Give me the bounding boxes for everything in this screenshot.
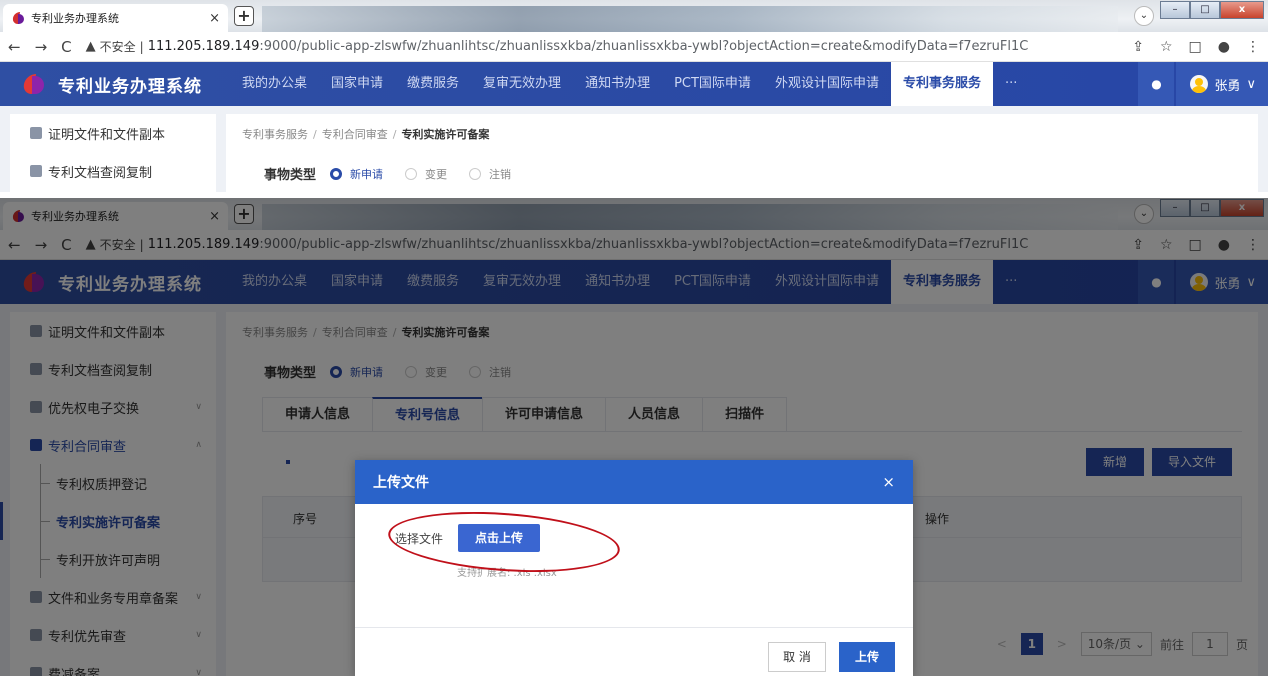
dialog-header: 上传文件 × [355,460,913,504]
dialog-footer: 取 消 上传 [355,628,913,676]
address-bar-row: ← → C ▲ 不安全 | 111.205.189.149:9000/publi… [0,32,1268,62]
not-secure-warning-icon[interactable]: ▲ [86,39,96,54]
breadcrumb-item[interactable]: 专利合同审查 [322,128,388,141]
user-caret-icon: ∨ [1246,76,1256,92]
new-tab-button[interactable]: + [234,6,254,26]
address-bar-icons: ⇪ ☆ □ ● ⋮ [1132,39,1260,55]
tab-search-chevron-icon[interactable]: ⌄ [1134,6,1154,26]
logo-text: 专利业务办理系统 [58,76,202,97]
menu-item-more[interactable]: ··· [993,62,1029,106]
address-separator: | [139,39,144,54]
browser-window-top: 专利业务办理系统 × + ⌄ – □ x ← → C ▲ 不安全 | 111.2… [0,0,1268,192]
close-window-button[interactable]: x [1220,1,1264,19]
app-logo[interactable]: 专利业务办理系统 [0,72,230,97]
bookmark-star-icon[interactable]: ☆ [1160,39,1173,55]
more-vertical-icon[interactable]: ⋮ [1246,39,1260,55]
menu-item-reexam[interactable]: 复审无效办理 [471,62,573,106]
menu-item-design[interactable]: 外观设计国际申请 [763,62,891,106]
radio-cancel[interactable]: 注销 [469,166,511,182]
breadcrumb-item[interactable]: 专利事务服务 [242,128,308,141]
annotation-circle [386,504,622,580]
radio-change[interactable]: 变更 [405,166,447,182]
menu-item-pct[interactable]: PCT国际申请 [662,62,763,106]
back-arrow-icon[interactable]: ← [8,38,21,56]
main-panel: 专利事务服务 / 专利合同审查 / 专利实施许可备案 事物类型 新申请 变更 注销 [226,114,1258,192]
menu-item-national[interactable]: 国家申请 [319,62,395,106]
radio-label: 变更 [425,167,448,181]
dialog-title: 上传文件 [373,475,429,491]
url-host: 111.205.189.149 [147,39,260,54]
window-controls: – □ x [1160,1,1264,19]
search-icon[interactable]: ● [1138,62,1175,106]
breadcrumb-current: 专利实施许可备案 [401,128,490,141]
site-favicon-icon [11,11,25,25]
profile-icon[interactable]: ● [1218,39,1230,55]
header-right: ● 张勇 ∨ [1138,62,1268,106]
maximize-button[interactable]: □ [1190,1,1220,19]
logo-mark-icon [22,72,48,96]
menu-item-fees[interactable]: 缴费服务 [395,62,471,106]
radio-dot [469,167,482,180]
url-input[interactable]: 111.205.189.149:9000/public-app-zlswfw/z… [148,39,1028,54]
url-path: :9000/public-app-zlswfw/zhuanlihtsc/zhua… [259,39,1028,54]
browser-tab[interactable]: 专利业务办理系统 × [3,4,228,32]
user-name: 张勇 [1214,78,1241,94]
sidebar-item-certificates[interactable]: 证明文件和文件副本 [10,114,216,152]
sidebar-item-label: 证明文件和文件副本 [48,127,166,143]
forward-arrow-icon[interactable]: → [35,38,48,56]
dialog-body: 选择文件 点击上传 支持扩展名: .xls .xlsx [355,504,913,628]
close-icon[interactable]: × [882,473,895,491]
breadcrumb-sep: / [313,128,317,141]
not-secure-label[interactable]: 不安全 [100,38,136,55]
menu-item-desk[interactable]: 我的办公桌 [230,62,319,106]
minimize-button[interactable]: – [1160,1,1190,19]
page-body: 证明文件和文件副本 专利文档查阅复制 专利事务服务 / 专利合同审查 / 专利实施许可备… [0,106,1268,192]
user-menu[interactable]: 张勇 ∨ [1176,62,1268,106]
tab-close-icon[interactable]: × [209,11,220,26]
copy-icon [30,165,42,177]
matter-type-row: 事物类型 新申请 变更 注销 [242,164,1242,183]
menu-item-services[interactable]: 专利事务服务 [890,62,993,106]
breadcrumb: 专利事务服务 / 专利合同审查 / 专利实施许可备案 [242,126,1242,142]
radio-dot [330,167,343,180]
sidebar-item-label: 专利文档查阅复制 [48,165,153,181]
radio-dot [405,167,418,180]
tab-bar: 专利业务办理系统 × + ⌄ – □ x [0,0,1268,32]
menu-item-notices[interactable]: 通知书办理 [573,62,662,106]
app-header: 专利业务办理系统 我的办公桌 国家申请 缴费服务 复审无效办理 通知书办理 PC… [0,62,1268,106]
sidebar: 证明文件和文件副本 专利文档查阅复制 [10,114,216,192]
radio-label: 注销 [489,167,512,181]
sidepanel-icon[interactable]: □ [1189,39,1202,55]
share-icon[interactable]: ⇪ [1132,39,1144,55]
upload-button[interactable]: 上传 [839,642,895,672]
upload-file-dialog: 上传文件 × 选择文件 点击上传 支持扩展名: .xls .xlsx 取 消 上… [355,460,913,676]
radio-label: 新申请 [350,167,384,181]
matter-type-label: 事物类型 [264,168,317,183]
cancel-button[interactable]: 取 消 [768,642,826,672]
tab-strip-background [262,6,1118,32]
doc-icon [30,127,42,139]
reload-icon[interactable]: C [61,38,71,56]
avatar [1190,75,1209,93]
radio-new[interactable]: 新申请 [330,166,383,182]
breadcrumb-sep: / [392,128,397,141]
top-menu: 我的办公桌 国家申请 缴费服务 复审无效办理 通知书办理 PCT国际申请 外观设… [230,62,1029,106]
sidebar-item-archive[interactable]: 专利文档查阅复制 [10,152,216,190]
tab-title: 专利业务办理系统 [31,12,119,25]
